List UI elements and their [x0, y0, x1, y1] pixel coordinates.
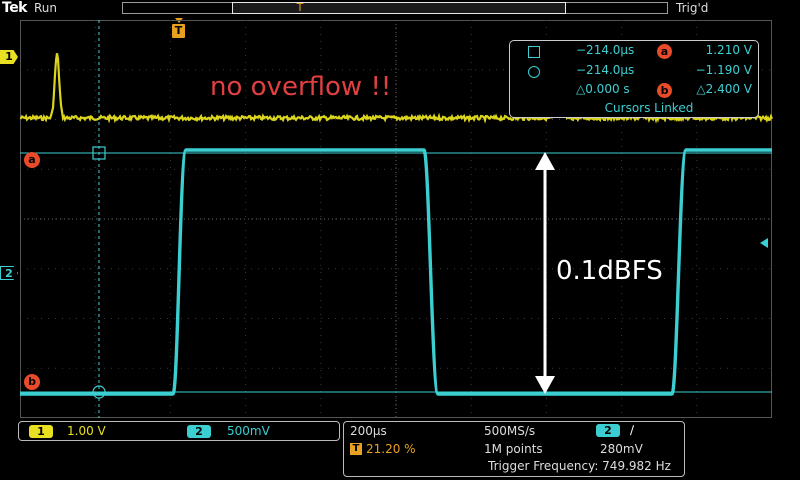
trigger-frequency: Trigger Frequency: 749.982 Hz [488, 459, 671, 473]
level-arrow [535, 152, 555, 394]
cursor-delta-time: △0.000 s [576, 82, 630, 96]
timebase[interactable]: 200µs [350, 424, 387, 438]
record-length: 1M points [484, 442, 543, 456]
arrow-head-down [535, 376, 555, 394]
ch2-scale[interactable]: 500mV [227, 424, 270, 438]
ch1-badge[interactable]: 1 [29, 425, 53, 438]
trigger-source-badge[interactable]: 2 [596, 424, 620, 437]
cursor-b-label[interactable]: b [24, 374, 40, 390]
cursor-time: −214.0µs [576, 63, 635, 77]
trigger-position[interactable]: 21.20 % [366, 442, 416, 456]
trigger-level[interactable]: 280mV [600, 442, 643, 456]
trigger-slope-icon[interactable]: ∕ [630, 423, 634, 437]
arrow-head-up [535, 152, 555, 170]
cursor-readout-row-1: −214.0µs a 1.210 V [510, 43, 758, 61]
cursor-a-label[interactable]: a [24, 152, 40, 168]
cursors-linked-status: Cursors Linked [604, 101, 694, 115]
overflow-annotation: no overflow !! [210, 72, 392, 102]
square-cursor-icon [528, 46, 540, 58]
ch1-scale[interactable]: 1.00 V [67, 424, 106, 438]
circle-cursor-icon [528, 66, 540, 78]
ch2-badge[interactable]: 2 [187, 425, 211, 438]
cursor-readout-row-3: △0.000 s b △2.400 V [510, 82, 758, 100]
cursor-value: −1.190 V [695, 63, 752, 77]
cursor-readout-row-2: −214.0µs −1.190 V [510, 63, 758, 81]
cursor-time: −214.0µs [576, 43, 635, 57]
trigger-position-icon: T [350, 443, 362, 455]
sample-rate: 500MS/s [484, 424, 536, 438]
cursor-delta-value: △2.400 V [696, 82, 752, 96]
channel-scale-bar[interactable]: 1 1.00 V 2 500mV [18, 421, 340, 441]
trigger-level-marker[interactable] [760, 238, 768, 248]
oscilloscope-screen: Tek Run T Trig'd T 1 2 a b no overflow !… [0, 0, 800, 480]
level-annotation: 0.1dBFS [556, 256, 663, 286]
cursor-value: 1.210 V [705, 43, 752, 57]
acquisition-panel[interactable]: 200µs 500MS/s 2 ∕ T 21.20 % 1M points 28… [343, 421, 685, 477]
cursor-readout-panel[interactable]: −214.0µs a 1.210 V −214.0µs −1.190 V △0.… [509, 40, 759, 118]
